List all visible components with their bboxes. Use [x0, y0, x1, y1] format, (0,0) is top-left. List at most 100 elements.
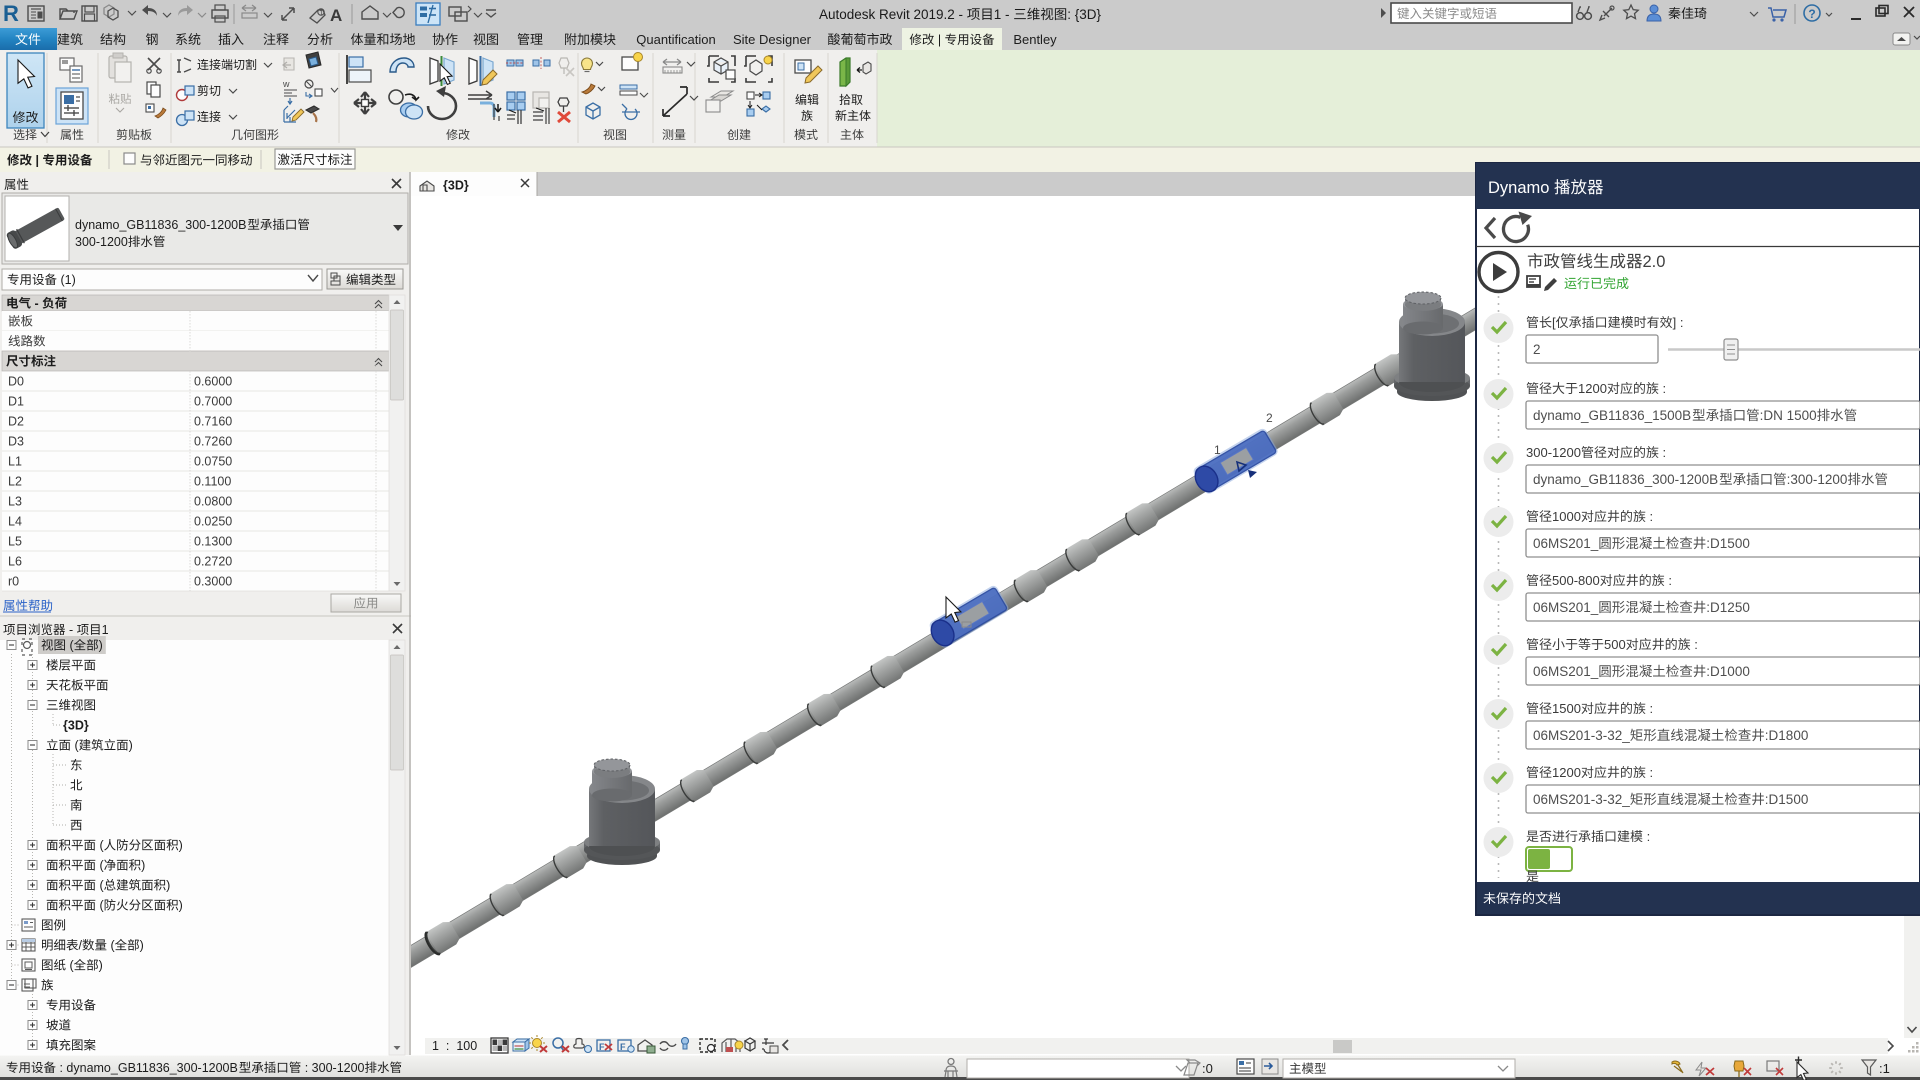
svg-text:(: ( — [66, 639, 74, 653]
svg-text:|: | — [934, 33, 944, 47]
svg-text:1500: 1500 — [1552, 701, 1581, 716]
svg-text::: : — [1659, 381, 1666, 396]
svg-text:?: ? — [1808, 7, 1815, 21]
svg-text:Site Designer: Site Designer — [733, 32, 812, 47]
svg-text:F: F — [620, 1042, 626, 1052]
svg-text:D3: D3 — [8, 435, 24, 449]
svg-text:L6: L6 — [8, 555, 22, 569]
svg-text:0.6000: 0.6000 — [194, 375, 232, 389]
svg-text:): ) — [179, 839, 183, 853]
svg-text:F: F — [599, 1042, 605, 1052]
svg-text:500-800: 500-800 — [1552, 573, 1600, 588]
svg-text::300-1200: :300-1200 — [1787, 472, 1848, 487]
svg-text::: : — [1643, 829, 1650, 844]
svg-text:dynamo_GB11836_300-1200B: dynamo_GB11836_300-1200B — [1533, 472, 1718, 487]
svg-text::D1500: :D1500 — [1706, 536, 1750, 551]
svg-text:0.7260: 0.7260 — [194, 435, 232, 449]
svg-text:D1: D1 — [8, 395, 24, 409]
svg-text:D2: D2 — [8, 415, 24, 429]
svg-text:0.7000: 0.7000 — [194, 395, 232, 409]
svg-text:2: 2 — [1266, 411, 1273, 425]
svg-text:1 : 100: 1 : 100 — [432, 1039, 477, 1053]
svg-text:500: 500 — [1604, 637, 1626, 652]
svg-text:dynamo_GB11836_1500B: dynamo_GB11836_1500B — [1533, 408, 1691, 423]
svg-text:(: ( — [107, 939, 115, 953]
svg-text:(: ( — [71, 739, 79, 753]
svg-text:): ) — [141, 859, 145, 873]
svg-text:1: 1 — [102, 623, 109, 637]
svg-text:06MS201-3-32_: 06MS201-3-32_ — [1533, 728, 1630, 743]
svg-text:2: 2 — [1533, 342, 1541, 357]
svg-text:0.0750: 0.0750 — [194, 455, 232, 469]
svg-text::1: :1 — [1879, 1061, 1890, 1076]
svg-text:{3D}: {3D} — [63, 719, 89, 733]
svg-text:(: ( — [66, 959, 74, 973]
svg-text:06MS201_: 06MS201_ — [1533, 664, 1599, 679]
svg-text:1: 1 — [1214, 443, 1221, 457]
svg-text:L5: L5 — [8, 535, 22, 549]
svg-text:L3: L3 — [8, 495, 22, 509]
svg-text:Autodesk Revit 2019.2 -: Autodesk Revit 2019.2 - — [819, 7, 967, 22]
svg-text:(: ( — [96, 879, 104, 893]
svg-text:0.1300: 0.1300 — [194, 535, 232, 549]
svg-text:dynamo_GB11836_300-1200B: dynamo_GB11836_300-1200B — [75, 218, 246, 232]
svg-text:): ) — [179, 899, 183, 913]
svg-text:1200: 1200 — [1578, 381, 1607, 396]
svg-text:R: R — [3, 1, 19, 26]
svg-text:0.2720: 0.2720 — [194, 555, 232, 569]
svg-text:(: ( — [96, 859, 104, 873]
svg-text:L1: L1 — [8, 455, 22, 469]
svg-text::0: :0 — [1202, 1061, 1213, 1076]
svg-text:1000: 1000 — [1552, 509, 1581, 524]
svg-text:06MS201_: 06MS201_ — [1533, 600, 1599, 615]
svg-text:06MS201_: 06MS201_ — [1533, 536, 1599, 551]
svg-text::: : — [1659, 445, 1666, 460]
svg-text:/: / — [79, 939, 83, 953]
svg-text::: : — [1665, 573, 1672, 588]
svg-text::: : — [1646, 765, 1653, 780]
svg-text:[: [ — [1552, 315, 1556, 330]
svg-text:0.7160: 0.7160 — [194, 415, 232, 429]
svg-text:1: 1 — [319, 10, 323, 17]
svg-text:|: | — [32, 154, 42, 168]
svg-text::D1250: :D1250 — [1706, 600, 1750, 615]
svg-text:): ) — [129, 739, 133, 753]
svg-text:0.0800: 0.0800 — [194, 495, 232, 509]
svg-text:): ) — [166, 879, 170, 893]
svg-text::D1800: :D1800 — [1765, 728, 1809, 743]
svg-text::D1000: :D1000 — [1706, 664, 1750, 679]
svg-text:1 -: 1 - — [994, 7, 1014, 22]
svg-text:r0: r0 — [8, 575, 19, 589]
svg-text:-: - — [31, 297, 42, 311]
svg-text:): ) — [99, 639, 103, 653]
svg-text:: {3D}: : {3D} — [1067, 7, 1101, 22]
svg-text:Dynamo: Dynamo — [1488, 179, 1554, 197]
svg-text:(: ( — [96, 839, 104, 853]
svg-text:300-1200: 300-1200 — [1526, 445, 1581, 460]
svg-text:2.0: 2.0 — [1643, 253, 1666, 271]
svg-text:(1): (1) — [57, 273, 76, 287]
svg-text:0.0250: 0.0250 — [194, 515, 232, 529]
svg-text:300-1200: 300-1200 — [75, 235, 128, 249]
svg-text:{3D}: {3D} — [443, 179, 469, 193]
svg-text:D0: D0 — [8, 375, 24, 389]
svg-text::D1500: :D1500 — [1765, 792, 1809, 807]
svg-text:A: A — [330, 6, 342, 25]
svg-text:] :: ] : — [1673, 315, 1684, 330]
svg-text:L2: L2 — [8, 475, 22, 489]
svg-text:L4: L4 — [8, 515, 22, 529]
svg-text::: : — [1691, 637, 1698, 652]
svg-text:-: - — [66, 623, 77, 637]
svg-text:Bentley: Bentley — [1013, 32, 1057, 47]
svg-text::: : — [1646, 509, 1653, 524]
svg-text:: 300-1200: : 300-1200 — [301, 1061, 364, 1075]
svg-text:): ) — [99, 959, 103, 973]
svg-text:(: ( — [96, 899, 104, 913]
svg-text::DN 1500: :DN 1500 — [1760, 408, 1817, 423]
svg-text:1200: 1200 — [1552, 765, 1581, 780]
svg-text:0.3000: 0.3000 — [194, 575, 232, 589]
svg-text:Quantification: Quantification — [636, 32, 716, 47]
svg-text:): ) — [140, 939, 144, 953]
svg-text:0.1100: 0.1100 — [194, 475, 231, 489]
svg-text:: dynamo_GB11836_300-1200B: : dynamo_GB11836_300-1200B — [56, 1061, 238, 1075]
